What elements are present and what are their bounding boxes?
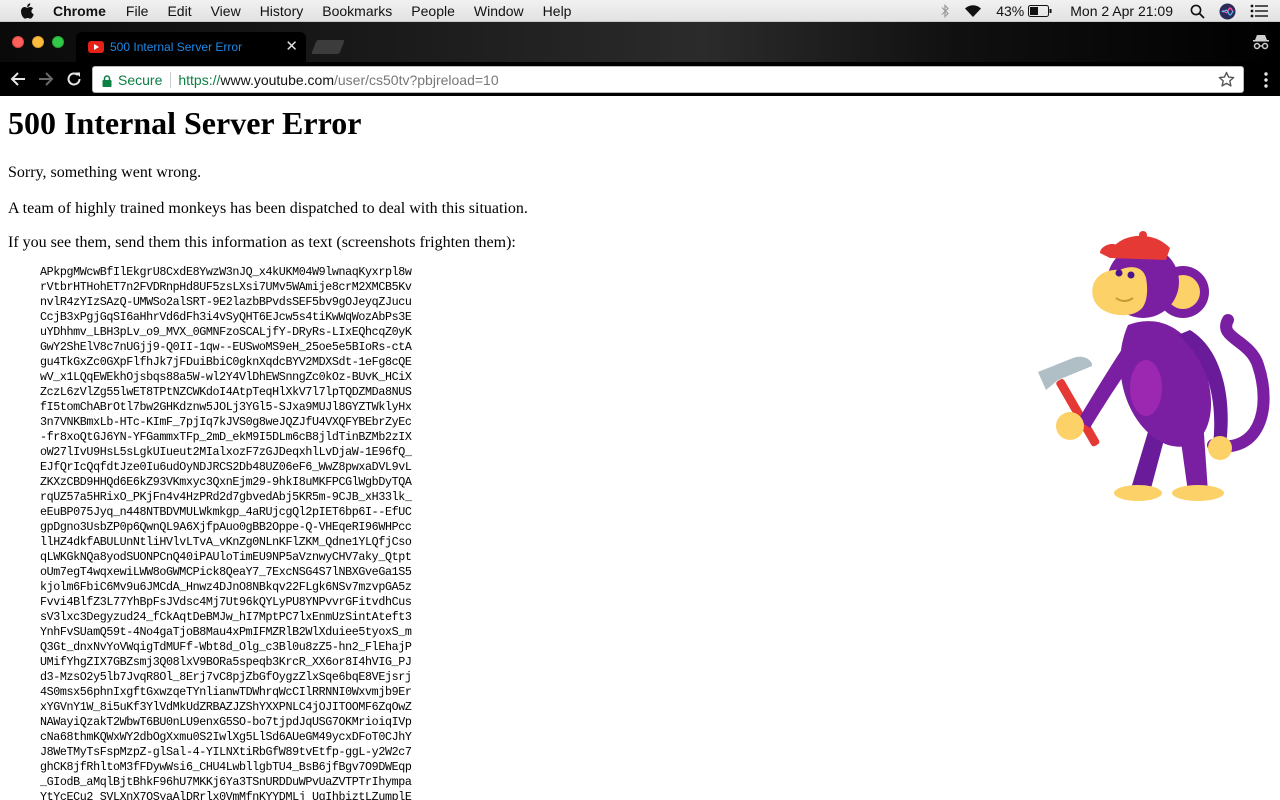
window-minimize-button[interactable] <box>32 36 44 48</box>
chrome-menu-icon[interactable] <box>1264 72 1268 88</box>
apple-icon[interactable] <box>20 2 34 19</box>
page-heading: 500 Internal Server Error <box>8 105 362 141</box>
debug-line: ghCK8jfRhltoM3fFDywWsi6_CHU4LwbllgbTU4_B… <box>40 760 412 774</box>
debug-line: Q3Gt_dnxNvYoVWqigTdMUFf-Wbt8d_Olg_c3Bl0u… <box>40 640 412 654</box>
debug-line: sV3lxc3Degyzud24_fCkAqtDeBMJw_hI7MptPC7l… <box>40 610 412 624</box>
debug-line: oUm7egT4wqxewiLWW8oGWMCPick8QeaY7_7ExcNS… <box>40 565 412 579</box>
menu-help[interactable]: Help <box>543 3 572 19</box>
debug-line: rVtbrHTHohET7n2FVDRnpHd8UF5zsLXsi7UMv5WA… <box>40 280 412 294</box>
debug-line: fI5tomChABrOtl7bw2GHKdznw5JOLj3YGl5-SJxa… <box>40 400 412 414</box>
debug-line: oW27lIvU9HsL5sLgkUIueut2MIalxozF7zGJDeqx… <box>40 445 412 459</box>
url-path: /user/cs50tv?pbjreload=10 <box>334 71 499 88</box>
debug-info-block: APkpgMWcwBfIlEkgrU8CxdE8YwzW3nJQ_x4kUKM0… <box>40 265 412 800</box>
macos-menu-bar: Chrome File Edit View History Bookmarks … <box>0 0 1280 22</box>
debug-line: -fr8xoQtGJ6YN-YFGammxTFp_2mD_ekM9I5DLm6c… <box>40 430 412 444</box>
debug-line: wV_x1LQqEWEkhOjsbqs88a5W-wl2Y4VlDhEWSnng… <box>40 370 412 384</box>
window-fullscreen-button[interactable] <box>52 36 64 48</box>
debug-line: UMifYhgZIX7GBZsmj3Q08lxV9BORa5speqb3KrcR… <box>40 655 412 669</box>
debug-line: 4S0msx56phnIxgftGxwzqeTYnlianwTDWhrqWcCI… <box>40 685 412 699</box>
menu-edit[interactable]: Edit <box>167 3 191 19</box>
bookmark-star-icon[interactable] <box>1218 71 1235 88</box>
url-host: www.youtube.com <box>220 71 334 88</box>
menu-app-name[interactable]: Chrome <box>53 3 106 19</box>
battery-percent: 43% <box>996 3 1025 19</box>
debug-line: d3-MzsO2y5lb7JvqR8Ol_8Erj7vC8pjZbGfOygzZ… <box>40 670 412 684</box>
debug-line: gpDgno3UsbZP0p6QwnQL9A6XjfpAuo0gBB2Oppe-… <box>40 520 412 534</box>
debug-line: YnhFvSUamQ59t-4No4gaTjoB8Mau4xPmIFMZRlB2… <box>40 625 412 639</box>
debug-line: NAWayiQzakT2WbwT6BU0nLU9enxG5SO-bo7tjpdJ… <box>40 715 412 729</box>
address-bar[interactable]: Secure https:// www.youtube.com /user/cs… <box>92 66 1244 93</box>
debug-line: APkpgMWcwBfIlEkgrU8CxdE8YwzW3nJQ_x4kUKM0… <box>40 265 412 279</box>
page-content: 500 Internal Server Error Sorry, somethi… <box>0 96 1280 800</box>
debug-line: uYDhhmv_LBH3pLv_o9_MVX_0GMNFzoSCALjfY-DR… <box>40 325 412 339</box>
menu-file[interactable]: File <box>126 3 149 19</box>
back-arrow-icon[interactable] <box>9 70 27 88</box>
monkey-illustration <box>1038 231 1270 501</box>
menu-people[interactable]: People <box>411 3 455 19</box>
tab-active[interactable]: 500 Internal Server Error ✕ <box>76 32 306 62</box>
battery-icon[interactable] <box>1028 5 1052 17</box>
debug-line: cNa68thmKQWxWY2dbOgXxmu0S2IwlXg5LlSd6AUe… <box>40 730 412 744</box>
menu-window[interactable]: Window <box>474 3 524 19</box>
debug-line: J8WeTMyTsFspMzpZ-glSal-4-YILNXtiRbGfW89t… <box>40 745 412 759</box>
spotlight-icon[interactable] <box>1190 4 1205 19</box>
monkeys-message: A team of highly trained monkeys has bee… <box>8 200 528 217</box>
new-tab-button[interactable] <box>311 40 345 54</box>
debug-line: gu4TkGxZc0GXpFlfhJk7jFDuiBbiC0gknXqdcBYV… <box>40 355 412 369</box>
debug-line: YtYcECu2_SVLXnX7OSyaAlDRrlx0VmMfnKYYDMLj… <box>40 790 412 800</box>
forward-arrow-icon[interactable] <box>37 70 55 88</box>
tab-title: 500 Internal Server Error <box>110 40 243 54</box>
notification-center-icon[interactable] <box>1250 4 1268 18</box>
close-tab-icon[interactable]: ✕ <box>285 39 298 54</box>
instructions-message: If you see them, send them this informat… <box>8 234 516 251</box>
debug-line: 3n7VNKBmxLb-HTc-KImF_7pjIq7kJVS0g8weJQZJ… <box>40 415 412 429</box>
window-close-button[interactable] <box>12 36 24 48</box>
wifi-icon[interactable] <box>964 4 982 18</box>
browser-toolbar: Secure https:// www.youtube.com /user/cs… <box>0 62 1280 96</box>
debug-line: rqUZ57a5HRixO_PKjFn4v4HzPRd2d7gbvedAbj5K… <box>40 490 412 504</box>
clock[interactable]: Mon 2 Apr 21:09 <box>1070 3 1173 19</box>
error-message: Sorry, something went wrong. <box>8 164 202 181</box>
debug-line: EJfQrIcQqfdtJze0Iu6udOyNDJRCS2Db48UZ06eF… <box>40 460 412 474</box>
menu-view[interactable]: View <box>211 3 241 19</box>
debug-line: qLWKGkNQa8yodSUONPCnQ40iPAUloTimEU9NP5aV… <box>40 550 412 564</box>
address-separator <box>170 71 172 88</box>
menu-bookmarks[interactable]: Bookmarks <box>322 3 392 19</box>
tab-strip: 500 Internal Server Error ✕ <box>0 22 1280 62</box>
debug-line: _GIodB_aMqlBjtBhkF96hU7MKKj6Ya3TSnURDDuW… <box>40 775 412 789</box>
debug-line: CcjB3xPgjGqSI6aHhrVd6dFh3i4vSyQHT6EJcw5s… <box>40 310 412 324</box>
debug-line: eEuBP075Jyq_n448NTBDVMULWkmkgp_4aRUjcgQl… <box>40 505 412 519</box>
debug-line: kjolm6FbiC6Mv9u6JMCdA_Hnwz4DJnO8NBkqv22F… <box>40 580 412 594</box>
menu-history[interactable]: History <box>260 3 304 19</box>
debug-line: Fvvi4BlfZ3L77YhBpFsJVdsc4Mj7Ut96kQYLyPU8… <box>40 595 412 609</box>
debug-line: xYGVnY1W_8i5uKf3YlVdMkUdZRBAZJZShYXXPNLC… <box>40 700 412 714</box>
reload-icon[interactable] <box>65 70 83 88</box>
debug-line: GwY2ShElV8c7nUGjj9-Q0II-1qw--EUSwoMS9eH_… <box>40 340 412 354</box>
siri-icon[interactable] <box>1219 3 1236 20</box>
lock-icon[interactable] <box>102 74 112 87</box>
debug-line: ZKXzCBD9HHQd6E6kZ93VKmxyc3QxnEjm29-9hkI8… <box>40 475 412 489</box>
incognito-icon[interactable] <box>1252 33 1270 51</box>
debug-line: llHZ4dkfABULUnNtliHVlvLTvA_vKnZg0NLnKFlZ… <box>40 535 412 549</box>
security-label[interactable]: Secure <box>118 72 162 88</box>
debug-line: nvlR4zYIzSAzQ-UMWSo2alSRT-9E2lazbBPvdsSE… <box>40 295 412 309</box>
debug-line: ZczL6zVlZg55lwET8TPtNZCWKdoI4AtpTeqHlXkV… <box>40 385 412 399</box>
url-scheme: https:// <box>178 71 221 88</box>
youtube-favicon <box>88 41 104 53</box>
bluetooth-icon[interactable] <box>941 4 950 18</box>
